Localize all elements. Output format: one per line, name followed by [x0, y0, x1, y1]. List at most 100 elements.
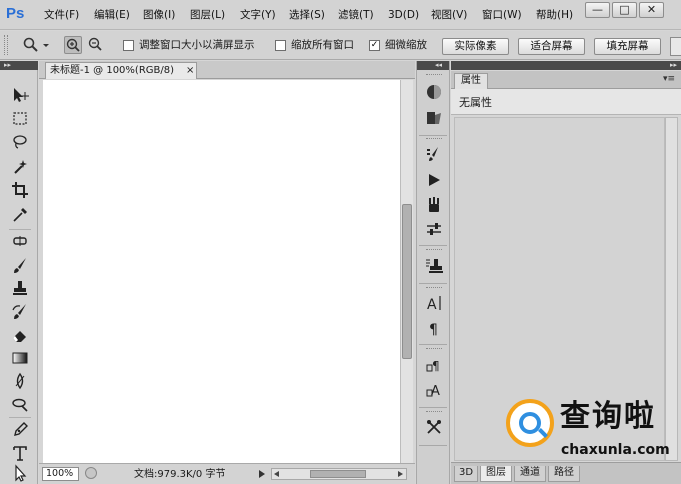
dock-divider	[419, 445, 447, 446]
zoom-all-windows-checkbox[interactable]	[275, 40, 286, 51]
maximize-button[interactable]: □	[612, 2, 637, 18]
minimize-button[interactable]: —	[585, 2, 610, 18]
paragraph-styles-icon[interactable]: ¶	[423, 356, 445, 376]
photoshop-logo: Ps	[6, 5, 25, 22]
character-styles-icon[interactable]: A	[423, 381, 445, 401]
options-overflow-button[interactable]	[670, 37, 681, 56]
swatches-icon[interactable]	[423, 109, 445, 129]
watermark-logo-icon	[506, 399, 554, 447]
brush-presets-icon[interactable]	[423, 196, 445, 216]
scrubby-zoom-label: 细微缩放	[385, 39, 427, 51]
fill-screen-button[interactable]: 填充屏幕	[594, 38, 661, 55]
scroll-right-arrow-icon[interactable]	[398, 471, 403, 477]
clone-source-icon[interactable]	[423, 257, 445, 277]
lasso-tool-icon[interactable]	[9, 133, 31, 153]
blur-tool-icon[interactable]	[9, 372, 31, 392]
type-tool-icon[interactable]	[9, 444, 31, 464]
canvas-vertical-scrollbar[interactable]	[400, 80, 413, 463]
tab-paths[interactable]: 路径	[548, 466, 580, 482]
properties-tab-bar: 属性 ▾≡	[451, 71, 681, 89]
dock-divider	[419, 135, 447, 136]
brush-tool-icon[interactable]	[9, 256, 31, 276]
menu-type[interactable]: 文字(Y)	[240, 8, 276, 22]
dock-collapse[interactable]: ◂◂	[417, 61, 449, 70]
document-size-info: 文档:979.3K/0 字节	[134, 469, 226, 480]
canvas-vertical-scroll-thumb[interactable]	[402, 204, 412, 359]
move-tool-icon[interactable]	[9, 86, 31, 106]
document-canvas[interactable]	[43, 80, 400, 463]
actual-pixels-button[interactable]: 实际像素	[442, 38, 509, 55]
dock-divider	[419, 245, 447, 246]
chevron-down-icon[interactable]	[41, 36, 51, 54]
history-brush-tool-icon[interactable]	[9, 302, 31, 322]
path-select-tool-icon[interactable]	[9, 464, 31, 484]
adjustments-icon[interactable]	[423, 220, 445, 240]
color-icon[interactable]	[423, 83, 445, 103]
properties-panel-collapse[interactable]: ▸▸	[451, 61, 681, 70]
menu-image[interactable]: 图像(I)	[143, 8, 175, 22]
gradient-tool-icon[interactable]	[9, 349, 31, 369]
status-menu-arrow-icon[interactable]	[259, 470, 265, 478]
scrubby-zoom-checkbox[interactable]: ✓	[369, 40, 380, 51]
options-bar-grip[interactable]	[4, 35, 8, 55]
canvas-horizontal-scroll-thumb[interactable]	[310, 470, 366, 478]
tab-3d[interactable]: 3D	[454, 466, 478, 482]
close-button[interactable]: ✕	[639, 2, 664, 18]
pen-tool-icon[interactable]	[9, 421, 31, 441]
menu-file[interactable]: 文件(F)	[44, 8, 79, 22]
options-bar: 调整窗口大小以满屏显示 缩放所有窗口 ✓ 细微缩放 实际像素 适合屏幕 填充屏幕	[0, 31, 681, 60]
marquee-tool-icon[interactable]	[9, 110, 31, 130]
menu-filter[interactable]: 滤镜(T)	[338, 8, 374, 22]
dock-grip[interactable]	[426, 348, 442, 350]
fit-screen-button[interactable]: 适合屏幕	[518, 38, 585, 55]
scroll-left-arrow-icon[interactable]	[274, 471, 279, 477]
spot-healing-tool-icon[interactable]	[9, 232, 31, 252]
zoom-out-icon[interactable]	[86, 36, 104, 54]
tab-properties[interactable]: 属性	[454, 73, 488, 89]
menu-help[interactable]: 帮助(H)	[536, 8, 573, 22]
panel-menu-icon[interactable]: ▾≡	[663, 74, 675, 84]
document-window: 未标题-1 @ 100%(RGB/8) × 100% 文档:979.3K/0 字…	[39, 61, 415, 484]
menu-window[interactable]: 窗口(W)	[482, 8, 522, 22]
status-info-icon[interactable]	[85, 467, 97, 479]
menu-view[interactable]: 视图(V)	[431, 8, 467, 22]
tab-layers[interactable]: 图层	[480, 466, 512, 482]
history-icon[interactable]	[423, 145, 445, 165]
dock-grip[interactable]	[426, 249, 442, 251]
canvas-horizontal-scrollbar[interactable]	[271, 468, 407, 480]
menu-edit[interactable]: 编辑(E)	[94, 8, 130, 22]
eraser-tool-icon[interactable]	[9, 326, 31, 346]
zoom-in-icon[interactable]	[64, 36, 82, 54]
dock-grip[interactable]	[426, 138, 442, 140]
actions-icon[interactable]	[423, 171, 445, 191]
zoom-level-field[interactable]: 100%	[42, 467, 79, 481]
resize-windows-label: 调整窗口大小以满屏显示	[139, 39, 255, 51]
menu-select[interactable]: 选择(S)	[289, 8, 325, 22]
paragraph-icon[interactable]: ¶	[423, 319, 445, 339]
tools-divider	[9, 417, 31, 418]
tools-panel-collapse[interactable]: ▸▸	[0, 61, 38, 70]
menu-layer[interactable]: 图层(L)	[190, 8, 225, 22]
menu-bar: Ps 文件(F) 编辑(E) 图像(I) 图层(L) 文字(Y) 选择(S) 滤…	[0, 0, 681, 30]
dock-grip[interactable]	[426, 287, 442, 289]
eyedropper-tool-icon[interactable]	[9, 206, 31, 226]
watermark-title: 查询啦	[560, 399, 656, 434]
zoom-tool-preset-icon[interactable]	[22, 36, 40, 54]
document-tab[interactable]: 未标题-1 @ 100%(RGB/8) ×	[45, 62, 197, 79]
clone-stamp-tool-icon[interactable]	[9, 279, 31, 299]
dock-grip[interactable]	[426, 74, 442, 76]
crop-tool-icon[interactable]	[9, 181, 31, 201]
zoom-all-windows-label: 缩放所有窗口	[291, 39, 354, 51]
dock-divider	[419, 344, 447, 345]
quick-select-tool-icon[interactable]	[9, 158, 31, 178]
tool-presets-icon[interactable]	[423, 418, 445, 438]
tab-channels[interactable]: 通道	[514, 466, 546, 482]
dodge-tool-icon[interactable]	[9, 395, 31, 415]
menu-3d[interactable]: 3D(D)	[388, 8, 419, 22]
character-icon[interactable]: A	[423, 294, 445, 314]
dock-grip[interactable]	[426, 411, 442, 413]
no-properties-text: 无属性	[459, 96, 492, 109]
properties-content: 无属性	[451, 89, 681, 115]
resize-windows-checkbox[interactable]	[123, 40, 134, 51]
close-tab-icon[interactable]: ×	[186, 63, 194, 78]
